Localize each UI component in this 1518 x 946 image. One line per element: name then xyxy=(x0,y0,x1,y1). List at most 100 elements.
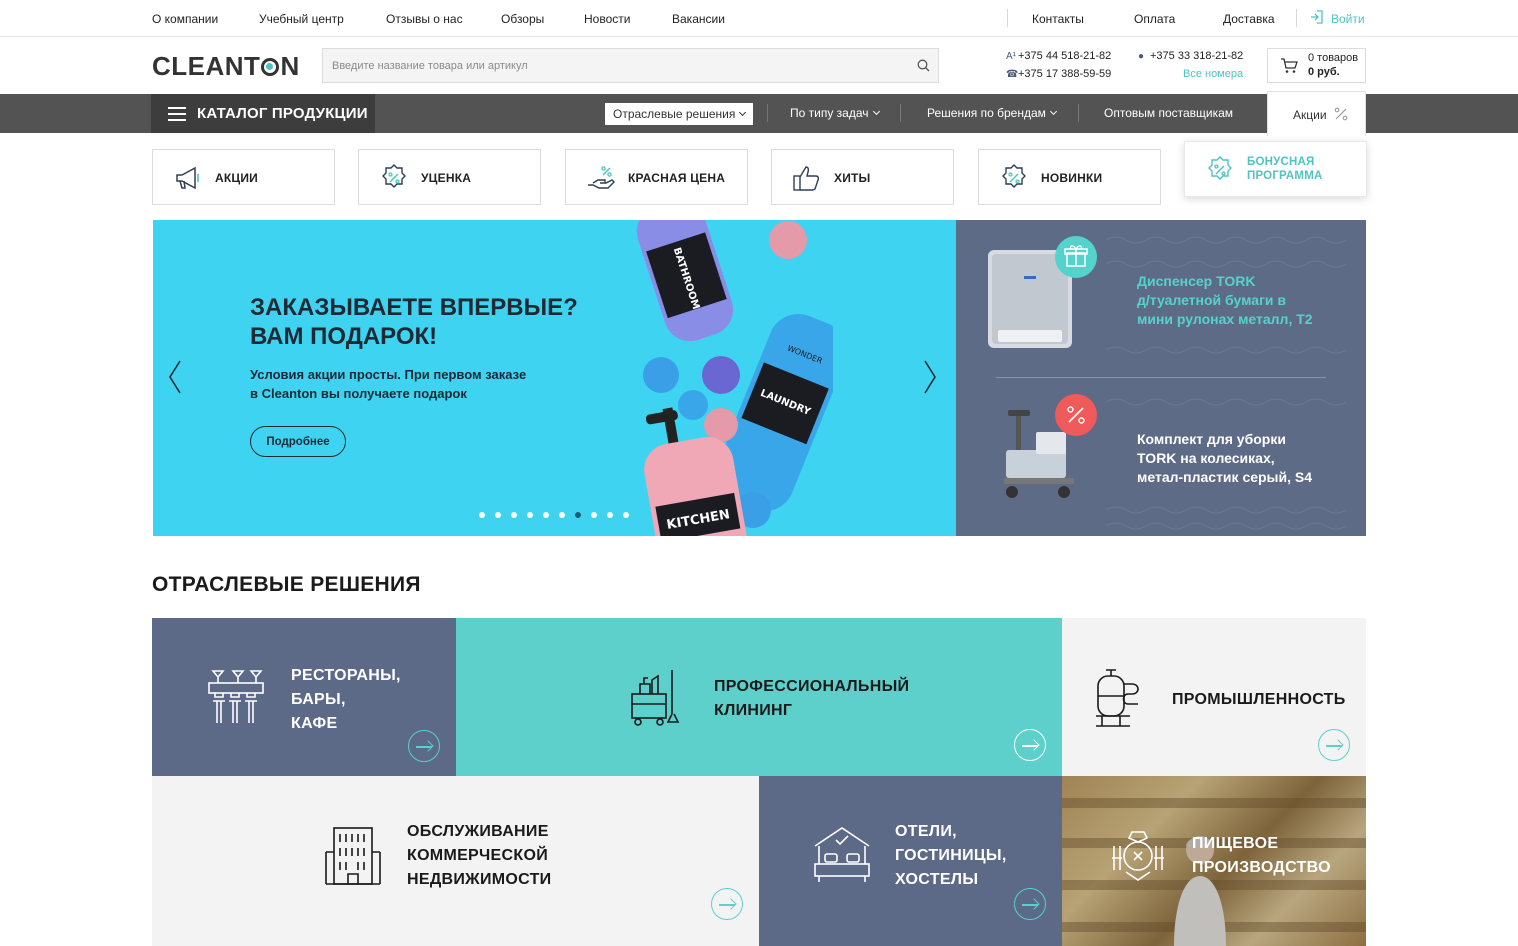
menu-label: Оптовым поставщикам xyxy=(1104,106,1234,120)
tile-label: КРАСНАЯ ЦЕНА xyxy=(628,171,726,185)
promotions-tab[interactable]: Акции xyxy=(1267,91,1366,136)
slider-dot[interactable] xyxy=(479,512,485,518)
promo-line: д/туалетной бумаги в xyxy=(1137,292,1286,308)
slider-dot[interactable] xyxy=(559,512,565,518)
tile-new-items[interactable]: НОВИНКИ xyxy=(978,149,1161,205)
slider-dots xyxy=(479,505,639,518)
nav-link-overviews[interactable]: Обзоры xyxy=(501,12,544,26)
login-link[interactable]: Войти xyxy=(1331,12,1365,26)
nav-link-news[interactable]: Новости xyxy=(584,12,630,26)
tile-bonus-program[interactable]: БОНУСНАЯ ПРОГРАММА xyxy=(1184,141,1367,197)
slider-prev-arrow[interactable] xyxy=(168,360,182,394)
menu-by-brand[interactable]: Решения по брендам xyxy=(927,106,1057,120)
industry-hotels[interactable]: ОТЕЛИ, ГОСТИНИЦЫ, ХОСТЕЛЫ xyxy=(759,776,1062,946)
nav-divider xyxy=(1007,9,1008,27)
label-line: НЕДВИЖИМОСТИ xyxy=(407,871,552,888)
tile-hits[interactable]: ХИТЫ xyxy=(771,149,954,205)
search-input[interactable] xyxy=(323,49,903,82)
menu-label: По типу задач xyxy=(790,106,869,120)
label-line: РЕСТОРАНЫ, xyxy=(291,667,401,684)
operator-drop-icon: ● xyxy=(1138,51,1145,62)
all-numbers-link[interactable]: Все номера xyxy=(1183,68,1243,80)
discount-badge-icon xyxy=(379,163,409,193)
nav-link-contacts[interactable]: Контакты xyxy=(1032,12,1084,26)
phone-number: +375 33 318-21-82 xyxy=(1150,50,1244,62)
percent-icon xyxy=(1055,394,1097,436)
industry-label: ОТЕЛИ, ГОСТИНИЦЫ, ХОСТЕЛЫ xyxy=(895,820,1007,892)
phone-mts[interactable]: ● +375 33 318-21-82 xyxy=(1138,50,1243,62)
industry-label: ПИЩЕВОЕ ПРОИЗВОДСТВО xyxy=(1192,832,1331,880)
menu-label: Отраслевые решения xyxy=(613,107,736,121)
cart-icon xyxy=(1280,58,1298,79)
food-production-icon xyxy=(1112,831,1164,881)
promotions-tab-label: Акции xyxy=(1293,108,1327,122)
operator-a1-icon: A¹ xyxy=(1006,51,1016,62)
tile-markdown[interactable]: УЦЕНКА xyxy=(358,149,541,205)
menu-wholesale[interactable]: Оптовым поставщикам xyxy=(1104,106,1233,120)
chevron-down-icon xyxy=(739,108,747,117)
logo[interactable]: CLEANT N xyxy=(152,51,300,82)
tile-promotions[interactable]: АКЦИИ xyxy=(152,149,335,205)
menu-divider xyxy=(900,104,901,122)
nav-link-payment[interactable]: Оплата xyxy=(1134,12,1175,26)
slider-dot[interactable] xyxy=(495,512,501,518)
phone-landline[interactable]: ☎+375 17 388-59-59 xyxy=(1006,68,1111,80)
industry-cleaning[interactable]: ПРОФЕССИОНАЛЬНЫЙ КЛИНИНГ xyxy=(456,618,1062,776)
label-line: ОБСЛУЖИВАНИЕ xyxy=(407,823,549,840)
side-promos: Диспенсер TORK д/туалетной бумаги в мини р… xyxy=(956,220,1366,536)
promo-line: мини рулонах металл, T2 xyxy=(1137,311,1313,327)
catalog-button[interactable]: КАТАЛОГ ПРОДУКЦИИ xyxy=(151,94,375,133)
slider-next-arrow[interactable] xyxy=(923,360,937,394)
nav-link-reviews[interactable]: Отзывы о нас xyxy=(386,12,463,26)
slider-dot[interactable] xyxy=(623,512,629,518)
building-icon xyxy=(325,827,381,885)
slider-dot-active[interactable] xyxy=(575,512,581,518)
cart-button[interactable]: 0 товаров 0 руб. xyxy=(1267,48,1366,83)
telephone-icon: ☎ xyxy=(1006,69,1019,80)
nav-link-vacancies[interactable]: Вакансии xyxy=(672,12,725,26)
slider-dot[interactable] xyxy=(511,512,517,518)
arrow-right-icon[interactable] xyxy=(1014,888,1046,920)
slider-dot[interactable] xyxy=(543,512,549,518)
industry-food-production[interactable]: ПИЩЕВОЕ ПРОИЗВОДСТВО xyxy=(1062,776,1366,946)
percent-icon xyxy=(1334,107,1348,124)
label-line: ПРОМЫШЛЕННОСТЬ xyxy=(1172,691,1346,708)
arrow-right-icon[interactable] xyxy=(408,730,440,762)
industry-restaurants[interactable]: РЕСТОРАНЫ, БАРЫ, КАФЕ xyxy=(152,618,456,776)
hero-product-image: BATHROOM LAUNDRY WONDER KITCHEN xyxy=(636,220,833,536)
tile-label: УЦЕНКА xyxy=(421,171,472,185)
arrow-right-icon[interactable] xyxy=(1014,729,1046,761)
menu-by-task[interactable]: По типу задач xyxy=(790,106,880,120)
logo-text-tail: N xyxy=(280,51,300,81)
cart-items-count: 0 товаров xyxy=(1308,52,1359,64)
slider-dot[interactable] xyxy=(607,512,613,518)
hero-more-button[interactable]: Подробнее xyxy=(250,426,346,457)
slider-dot[interactable] xyxy=(591,512,597,518)
nav-link-delivery[interactable]: Доставка xyxy=(1223,12,1275,26)
hero-text-line-2: в Cleanton вы получаете подарок xyxy=(250,386,467,401)
side-promo-dispenser[interactable]: Диспенсер TORK д/туалетной бумаги в мини р… xyxy=(1137,272,1337,329)
slider-dot[interactable] xyxy=(527,512,533,518)
menu-industry-solutions[interactable]: Отраслевые решения xyxy=(605,103,754,125)
arrow-right-icon[interactable] xyxy=(1318,729,1350,761)
industry-label: ПРОМЫШЛЕННОСТЬ xyxy=(1172,688,1346,712)
nav-link-about[interactable]: О компании xyxy=(152,12,218,26)
search-icon[interactable] xyxy=(917,59,930,77)
restaurant-icon xyxy=(208,670,264,723)
menu-icon xyxy=(168,107,186,121)
hero-slider: BATHROOM LAUNDRY WONDER KITCHEN ЗАКАЗЫВА… xyxy=(153,220,956,536)
login-icon[interactable] xyxy=(1310,10,1323,27)
phone-velcom[interactable]: A¹ +375 44 518-21-82 xyxy=(1006,50,1111,62)
label-line: КЛИНИНГ xyxy=(714,702,793,719)
label-line: ХОСТЕЛЫ xyxy=(895,871,979,888)
industry-commercial-real-estate[interactable]: ОБСЛУЖИВАНИЕ КОММЕРЧЕСКОЙ НЕДВИЖИМОСТИ xyxy=(152,776,759,946)
side-promo-cleaning-kit[interactable]: Комплект для уборки TORK на колесиках, мет… xyxy=(1137,430,1337,487)
tile-red-price[interactable]: КРАСНАЯ ЦЕНА xyxy=(565,149,748,205)
hero-title-line-2: ВАМ ПОДАРОК! xyxy=(250,323,438,350)
gift-icon xyxy=(1055,236,1097,278)
industry-manufacturing[interactable]: ПРОМЫШЛЕННОСТЬ xyxy=(1062,618,1366,776)
tile-label: АКЦИИ xyxy=(215,171,259,185)
arrow-right-icon[interactable] xyxy=(711,888,743,920)
nav-link-training-center[interactable]: Учебный центр xyxy=(259,12,344,26)
bonus-line-2: ПРОГРАММА xyxy=(1247,170,1323,182)
